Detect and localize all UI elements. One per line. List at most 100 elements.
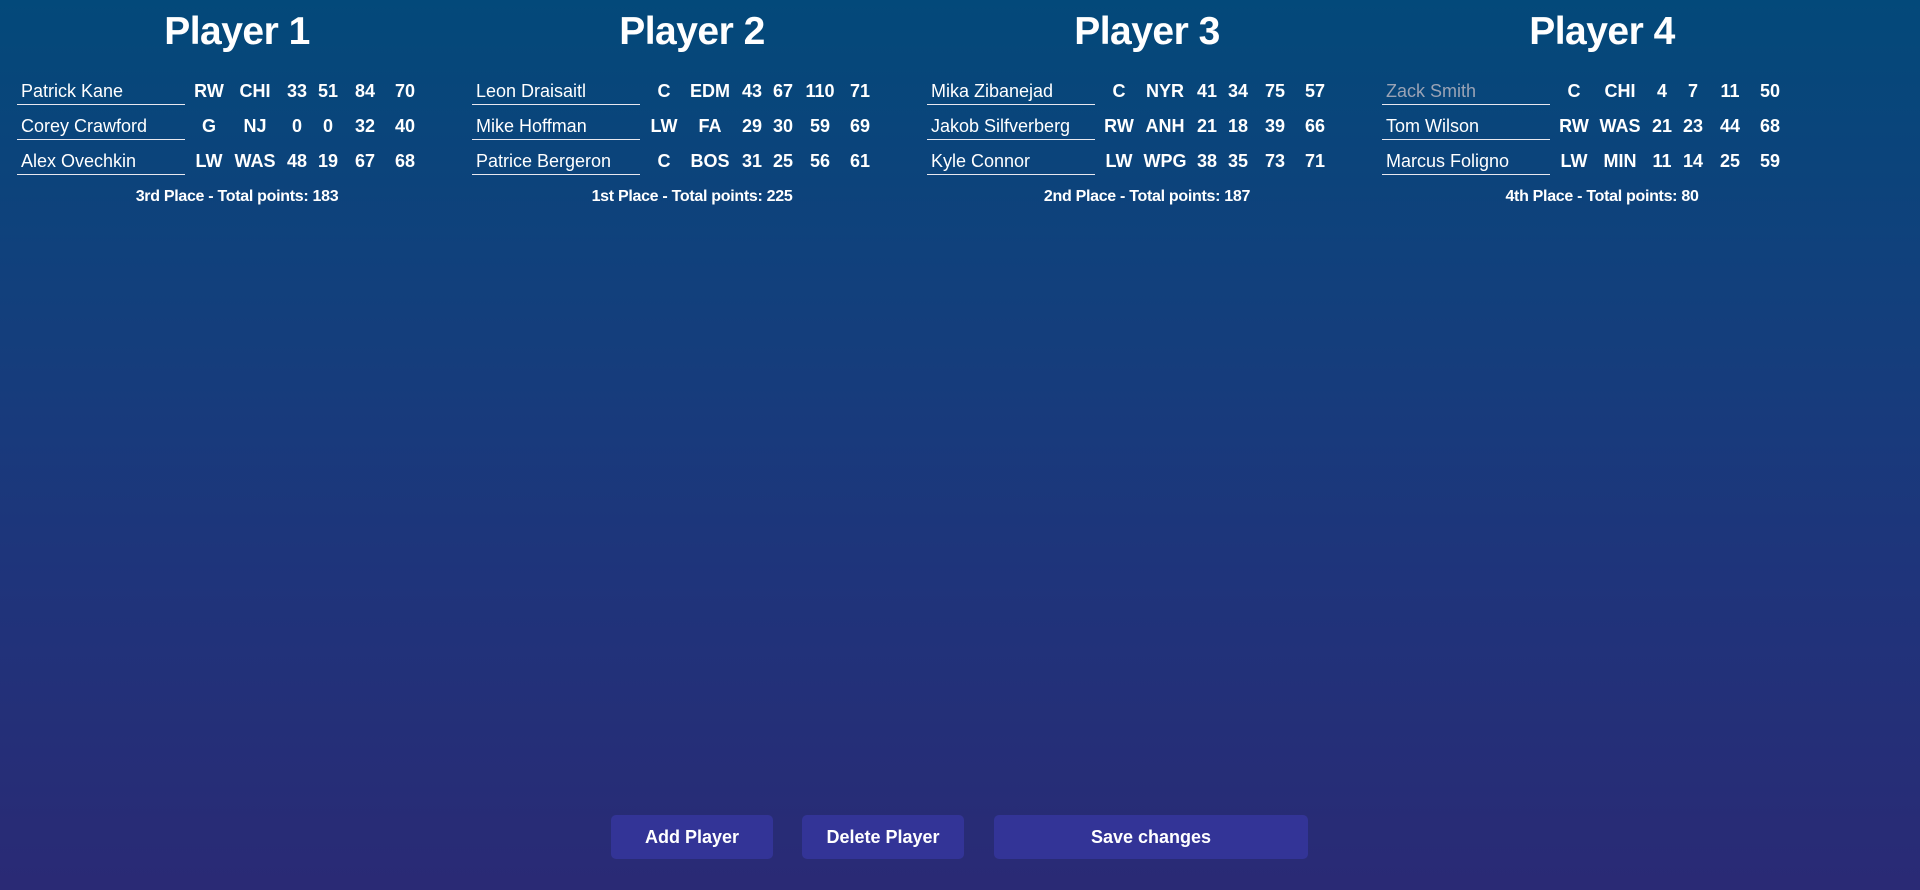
skater-name-input[interactable] (1382, 148, 1550, 175)
team-cell: CHI (239, 81, 271, 101)
points-cell: 59 (809, 116, 831, 136)
roster-row: C CHI 4 7 11 50 (1382, 78, 1822, 113)
position-cell: C (1567, 81, 1581, 101)
position-cell: C (657, 81, 671, 101)
roster-row: RW WAS 21 23 44 68 (1382, 113, 1822, 148)
points-cell: 84 (354, 81, 376, 101)
roster: RW CHI 33 51 84 70 G NJ 0 0 32 40 LW WAS… (17, 78, 457, 183)
assists-cell: 67 (772, 81, 794, 101)
skater-name-input[interactable] (472, 113, 640, 140)
points-cell: 110 (805, 81, 835, 101)
skater-name-input[interactable] (17, 78, 185, 105)
position-cell: LW (650, 116, 678, 136)
assists-cell: 23 (1682, 116, 1704, 136)
delete-player-button[interactable]: Delete Player (802, 815, 964, 859)
skater-name-input[interactable] (472, 148, 640, 175)
roster-row: RW CHI 33 51 84 70 (17, 78, 457, 113)
placement-summary: 2nd Place - Total points: 187 (1043, 188, 1251, 205)
goals-cell: 21 (1651, 116, 1673, 136)
team-cell: WAS (1599, 116, 1641, 136)
overall-cell: 71 (849, 81, 871, 101)
position-cell: RW (1104, 116, 1134, 136)
assists-cell: 25 (772, 151, 794, 171)
position-cell: RW (1559, 116, 1589, 136)
placement-summary: 3rd Place - Total points: 183 (135, 188, 339, 205)
player-title: Player 3 (1074, 10, 1220, 53)
points-cell: 32 (354, 116, 376, 136)
goals-cell: 0 (291, 116, 302, 136)
points-cell: 75 (1264, 81, 1286, 101)
placement-summary: 1st Place - Total points: 225 (591, 188, 793, 205)
roster-row: LW WAS 48 19 67 68 (17, 148, 457, 183)
goals-cell: 4 (1656, 81, 1667, 101)
position-cell: RW (194, 81, 224, 101)
assists-cell: 35 (1227, 151, 1249, 171)
assists-cell: 51 (317, 81, 339, 101)
player-title: Player 4 (1529, 10, 1675, 53)
placement-summary: 4th Place - Total points: 80 (1505, 188, 1699, 205)
add-player-button[interactable]: Add Player (611, 815, 773, 859)
assists-cell: 0 (322, 116, 333, 136)
skater-name-input[interactable] (1382, 113, 1550, 140)
team-cell: NJ (243, 116, 267, 136)
assists-cell: 34 (1227, 81, 1249, 101)
position-cell: LW (195, 151, 223, 171)
roster-row: LW FA 29 30 59 69 (472, 113, 912, 148)
team-cell: NYR (1145, 81, 1184, 101)
position-cell: C (1112, 81, 1126, 101)
goals-cell: 21 (1196, 116, 1218, 136)
skater-name-input[interactable] (927, 148, 1095, 175)
save-changes-button[interactable]: Save changes (994, 815, 1308, 859)
team-cell: CHI (1604, 81, 1636, 101)
player-title: Player 2 (619, 10, 765, 53)
skater-name-input[interactable] (1382, 78, 1550, 105)
assists-cell: 14 (1682, 151, 1704, 171)
overall-cell: 66 (1304, 116, 1326, 136)
skater-name-input[interactable] (17, 148, 185, 175)
goals-cell: 38 (1196, 151, 1218, 171)
team-cell: ANH (1145, 116, 1185, 136)
skater-name-input[interactable] (472, 78, 640, 105)
team-cell: WAS (234, 151, 276, 171)
skater-name-input[interactable] (17, 113, 185, 140)
goals-cell: 48 (286, 151, 308, 171)
roster-row: C NYR 41 34 75 57 (927, 78, 1367, 113)
overall-cell: 40 (394, 116, 416, 136)
overall-cell: 61 (849, 151, 871, 171)
roster-row: C EDM 43 67 110 71 (472, 78, 912, 113)
assists-cell: 7 (1687, 81, 1698, 101)
points-cell: 73 (1264, 151, 1286, 171)
position-cell: LW (1560, 151, 1588, 171)
points-cell: 56 (809, 151, 831, 171)
goals-cell: 41 (1196, 81, 1218, 101)
roster-row: G NJ 0 0 32 40 (17, 113, 457, 148)
points-cell: 44 (1719, 116, 1741, 136)
overall-cell: 57 (1304, 81, 1326, 101)
overall-cell: 69 (849, 116, 871, 136)
team-cell: BOS (690, 151, 730, 171)
roster-row: LW MIN 11 14 25 59 (1382, 148, 1822, 183)
skater-name-input[interactable] (927, 78, 1095, 105)
overall-cell: 70 (394, 81, 416, 101)
position-cell: C (657, 151, 671, 171)
team-cell: WPG (1143, 151, 1187, 171)
points-cell: 11 (1720, 81, 1740, 101)
assists-cell: 18 (1227, 116, 1249, 136)
overall-cell: 68 (394, 151, 416, 171)
goals-cell: 43 (741, 81, 763, 101)
goals-cell: 33 (286, 81, 308, 101)
overall-cell: 68 (1759, 116, 1781, 136)
roster-row: LW WPG 38 35 73 71 (927, 148, 1367, 183)
overall-cell: 71 (1304, 151, 1326, 171)
assists-cell: 19 (317, 151, 339, 171)
roster: C CHI 4 7 11 50 RW WAS 21 23 44 68 LW MI… (1382, 78, 1822, 183)
overall-cell: 59 (1759, 151, 1781, 171)
roster-row: RW ANH 21 18 39 66 (927, 113, 1367, 148)
goals-cell: 31 (741, 151, 763, 171)
player-title: Player 1 (164, 10, 310, 53)
assists-cell: 30 (772, 116, 794, 136)
overall-cell: 50 (1759, 81, 1781, 101)
points-cell: 25 (1719, 151, 1741, 171)
goals-cell: 11 (1652, 151, 1672, 171)
skater-name-input[interactable] (927, 113, 1095, 140)
